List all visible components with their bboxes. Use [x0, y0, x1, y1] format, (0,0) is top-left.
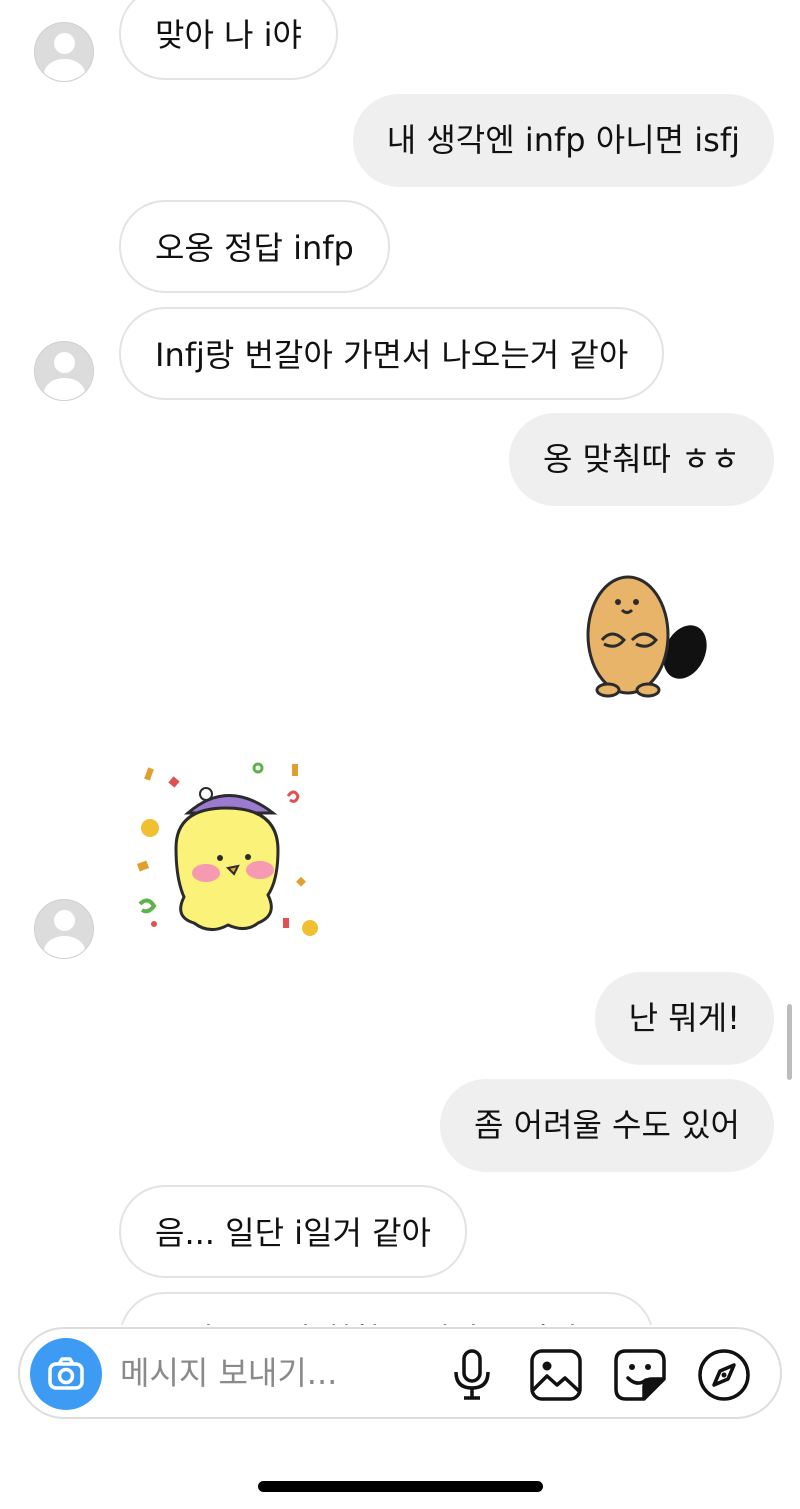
incoming-message[interactable]: Infj랑 번갈아 가면서 나오는거 같아 [119, 307, 665, 400]
gallery-button[interactable] [528, 1347, 584, 1403]
incoming-message[interactable]: 맞아 나 i야 [119, 0, 338, 80]
camera-button[interactable] [30, 1338, 102, 1410]
outgoing-message[interactable]: 옹 맞춰따 ㅎㅎ [509, 413, 774, 506]
microphone-button[interactable] [444, 1347, 500, 1403]
sticker-icon [614, 1349, 666, 1401]
avatar[interactable] [34, 899, 94, 959]
outgoing-message[interactable]: 내 생각엔 infp 아니면 isfj [352, 94, 774, 187]
message-input[interactable] [120, 1351, 420, 1395]
message-thread[interactable]: 맞아 나 i야 내 생각엔 infp 아니면 isfj 오옹 정답 infp I… [0, 0, 800, 1325]
scrollbar[interactable] [787, 1004, 792, 1080]
avatar[interactable] [34, 341, 94, 401]
outgoing-message[interactable]: 좀 어려울 수도 있어 [439, 1079, 774, 1172]
incoming-message[interactable]: 음... 일단 i일거 같아 [119, 1185, 468, 1278]
compass-icon [698, 1349, 750, 1401]
sticker-button[interactable] [612, 1347, 668, 1403]
avatar[interactable] [34, 22, 94, 82]
explore-button[interactable] [696, 1347, 752, 1403]
camera-icon [48, 1357, 84, 1390]
yellow-chick-party-sticker[interactable] [128, 758, 328, 948]
image-icon [530, 1349, 582, 1401]
beaver-sticker[interactable] [580, 560, 715, 705]
microphone-icon [454, 1349, 490, 1400]
incoming-message[interactable]: 오옹 정답 infp [119, 200, 390, 293]
message-composer [18, 1327, 782, 1419]
home-indicator[interactable] [258, 1481, 543, 1492]
outgoing-message[interactable]: 난 뭐게! [594, 972, 774, 1065]
incoming-message[interactable]: 그리고 음악 취향 보니까... 아마 f? [119, 1292, 654, 1325]
